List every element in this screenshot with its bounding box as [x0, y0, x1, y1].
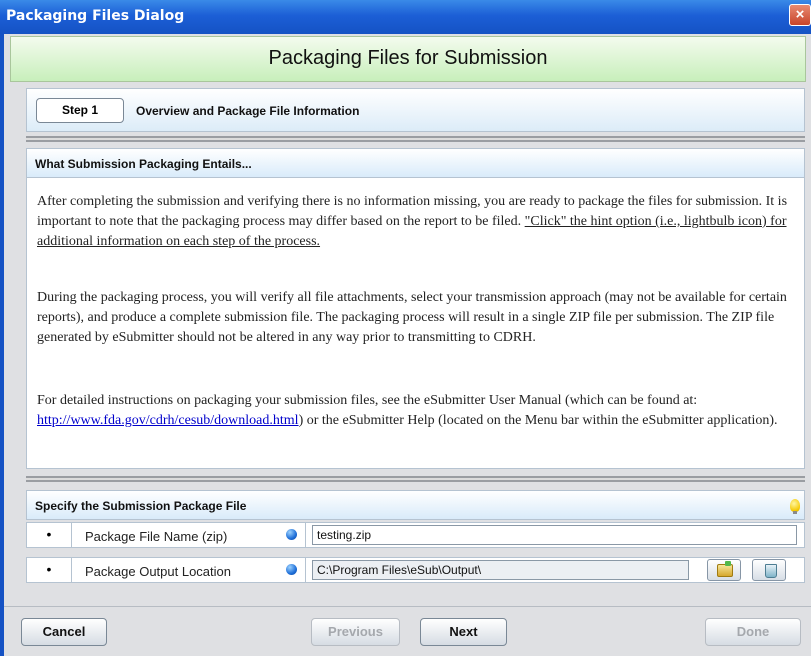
bullet: • [27, 523, 72, 547]
section-title: Specify the Submission Package File [35, 499, 247, 513]
step-indicator: Step 1 Overview and Package File Informa… [26, 88, 805, 132]
step-number: Step 1 [36, 98, 124, 123]
required-icon [286, 529, 297, 540]
next-button[interactable]: Next [420, 618, 507, 646]
cancel-button[interactable]: Cancel [21, 618, 107, 646]
section-title: What Submission Packaging Entails... [35, 157, 252, 171]
divider [26, 136, 805, 142]
cell-divider [305, 558, 306, 582]
cell-divider [305, 523, 306, 547]
package-output-location-field: C:\Program Files\eSub\Output\ [312, 560, 689, 580]
done-button[interactable]: Done [705, 618, 801, 646]
divider [26, 476, 805, 482]
lightbulb-icon[interactable] [790, 499, 800, 514]
page-title: Packaging Files for Submission [268, 47, 548, 69]
dialog-footer: Cancel Previous Next Done [4, 606, 811, 656]
overview-section-header: What Submission Packaging Entails... [26, 148, 805, 178]
required-icon [286, 564, 297, 575]
browse-folder-button[interactable] [707, 559, 741, 581]
overview-paragraph-3: For detailed instructions on packaging y… [37, 391, 797, 431]
previous-button[interactable]: Previous [311, 618, 400, 646]
package-output-location-row: • Package Output Location C:\Program Fil… [26, 557, 805, 583]
clear-location-button[interactable] [752, 559, 786, 581]
overview-paragraph-1: After completing the submission and veri… [37, 192, 797, 252]
package-section-header: Specify the Submission Package File [26, 490, 805, 520]
bullet: • [27, 558, 72, 582]
paragraph-text: ) or the eSubmitter Help (located on the… [298, 413, 778, 428]
download-link[interactable]: http://www.fda.gov/cdrh/cesub/download.h… [37, 413, 299, 428]
window-title: Packaging Files Dialog [6, 8, 185, 24]
paragraph-text: For detailed instructions on packaging y… [37, 393, 698, 408]
overview-text-panel: After completing the submission and veri… [26, 178, 805, 469]
close-button[interactable]: × [789, 4, 811, 26]
package-file-name-input[interactable]: testing.zip [312, 525, 797, 545]
dialog-header: Packaging Files for Submission [10, 36, 806, 82]
package-file-name-row: • Package File Name (zip) testing.zip [26, 522, 805, 548]
folder-icon [717, 561, 733, 577]
trash-icon [765, 564, 777, 578]
overview-paragraph-2: During the packaging process, you will v… [37, 290, 787, 345]
field-label: Package Output Location [85, 564, 231, 579]
step-description: Overview and Package File Information [136, 104, 360, 118]
close-icon: × [795, 6, 805, 23]
field-label: Package File Name (zip) [85, 529, 228, 544]
window-titlebar: Packaging Files Dialog × [0, 0, 811, 34]
